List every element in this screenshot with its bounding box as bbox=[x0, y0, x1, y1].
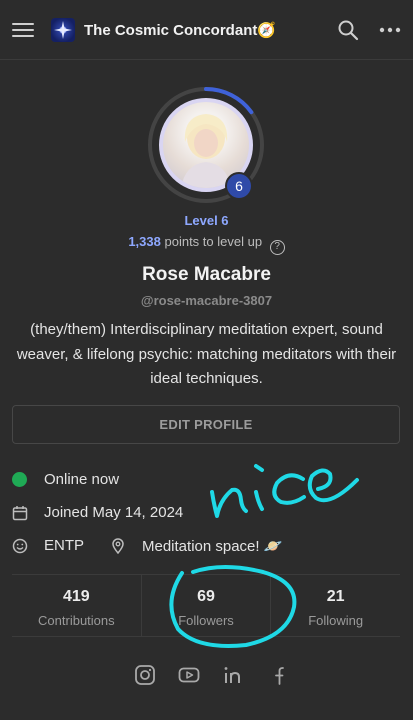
profile-handle: @rose-macabre-3807 bbox=[140, 293, 273, 308]
stat-label: Contributions bbox=[38, 613, 115, 628]
stat-following[interactable]: 21 Following bbox=[270, 575, 400, 636]
stat-value: 69 bbox=[197, 588, 215, 605]
stat-value: 21 bbox=[326, 588, 345, 605]
profile-name: Rose Macabre bbox=[142, 264, 271, 285]
linkedin-icon[interactable] bbox=[222, 664, 244, 686]
app-logo[interactable] bbox=[51, 18, 75, 42]
joined-date: Joined May 14, 2024 bbox=[12, 504, 183, 521]
youtube-icon[interactable] bbox=[178, 664, 200, 686]
location-text: Meditation space! 🪐 bbox=[142, 538, 283, 555]
menu-icon[interactable] bbox=[12, 19, 34, 41]
stat-followers[interactable]: 69 Followers bbox=[140, 575, 271, 636]
calendar-icon bbox=[12, 505, 28, 521]
points-value: 1,338 bbox=[128, 234, 161, 249]
edit-profile-button[interactable]: EDIT PROFILE bbox=[12, 405, 400, 444]
location-pin-icon bbox=[110, 538, 126, 555]
joined-date-text: Joined May 14, 2024 bbox=[44, 504, 184, 521]
profile-bio: (they/them) Interdisciplinary meditation… bbox=[16, 321, 397, 387]
personality-type: ENTP bbox=[12, 537, 84, 554]
more-icon[interactable] bbox=[378, 19, 402, 41]
stat-value: 419 bbox=[62, 588, 90, 605]
online-status: Online now bbox=[12, 471, 119, 488]
profile-stats: 419 Contributions 69 Followers 21 Follow… bbox=[12, 574, 400, 637]
online-dot-icon bbox=[12, 472, 27, 487]
facebook-icon[interactable] bbox=[266, 664, 288, 686]
points-to-level: 1,338 points to level up ? bbox=[0, 234, 413, 255]
level-label: Level 6 bbox=[184, 213, 229, 228]
smiley-icon bbox=[12, 538, 28, 554]
help-icon[interactable]: ? bbox=[269, 240, 285, 255]
stat-label: Following bbox=[308, 613, 364, 628]
app-title[interactable]: The Cosmic Concordant🧭 bbox=[84, 21, 276, 39]
instagram-icon[interactable] bbox=[134, 664, 156, 686]
level-badge: 6 bbox=[225, 172, 253, 200]
location: Meditation space! 🪐 bbox=[110, 537, 282, 555]
top-bar: The Cosmic Concordant🧭 bbox=[0, 0, 413, 60]
search-icon[interactable] bbox=[337, 19, 359, 41]
social-links bbox=[134, 664, 288, 686]
online-status-text: Online now bbox=[44, 471, 120, 488]
stat-label: Followers bbox=[178, 613, 234, 628]
stat-contributions[interactable]: 419 Contributions bbox=[12, 575, 141, 636]
points-suffix: points to level up bbox=[164, 234, 263, 249]
personality-type-text: ENTP bbox=[44, 537, 85, 554]
